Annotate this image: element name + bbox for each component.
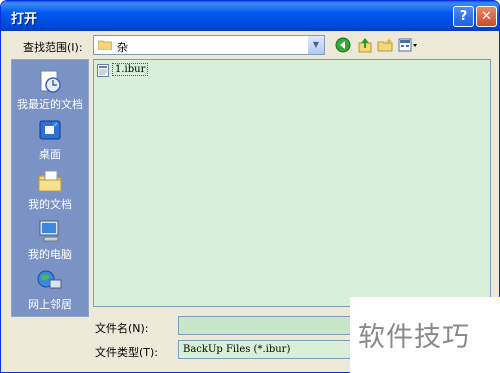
window-title: 打开 <box>11 12 38 27</box>
title-bar[interactable]: 打开 ? ✕ <box>1 1 499 31</box>
new-folder-icon[interactable] <box>377 37 393 53</box>
places-bar: 我最近的文档 桌面 我的文档 我的电脑 网上邻居 <box>11 59 89 317</box>
watermark-text: 软件技巧 <box>358 322 470 353</box>
up-folder-icon[interactable] <box>357 37 373 53</box>
file-name: 1.ibur <box>112 63 149 76</box>
my-computer-icon <box>39 220 59 242</box>
help-button[interactable]: ? <box>453 6 474 27</box>
my-documents-icon <box>38 170 62 192</box>
place-desktop[interactable]: 桌面 <box>12 118 88 166</box>
place-label: 我的电脑 <box>28 248 72 261</box>
file-type-label: 文件类型(T): <box>95 346 159 359</box>
place-my-computer[interactable]: 我的电脑 <box>12 218 88 266</box>
back-icon[interactable] <box>335 37 351 53</box>
folder-icon <box>98 40 112 50</box>
watermark: 软件技巧 <box>350 297 500 373</box>
desktop-icon <box>39 120 61 140</box>
place-my-documents[interactable]: 我的文档 <box>12 168 88 216</box>
place-label: 我的文档 <box>28 198 72 211</box>
file-name-label: 文件名(N): <box>95 322 149 335</box>
views-menu-icon[interactable] <box>398 37 418 53</box>
file-list[interactable]: 1.ibur <box>93 59 491 307</box>
network-places-icon <box>37 270 62 291</box>
place-network-places[interactable]: 网上邻居 <box>12 268 88 316</box>
look-in-label: 查找范围(I): <box>23 41 83 54</box>
recent-documents-icon <box>40 70 61 93</box>
close-button[interactable]: ✕ <box>476 6 497 27</box>
look-in-value: 杂 <box>117 41 128 54</box>
place-label: 网上邻居 <box>28 298 72 311</box>
file-icon <box>97 64 109 77</box>
place-label: 我最近的文档 <box>17 98 83 111</box>
look-in-dropdown[interactable]: 杂 ▼ <box>93 35 325 55</box>
place-label: 桌面 <box>39 148 61 161</box>
place-recent-documents[interactable]: 我最近的文档 <box>12 68 88 116</box>
chevron-down-icon[interactable]: ▼ <box>307 36 324 54</box>
